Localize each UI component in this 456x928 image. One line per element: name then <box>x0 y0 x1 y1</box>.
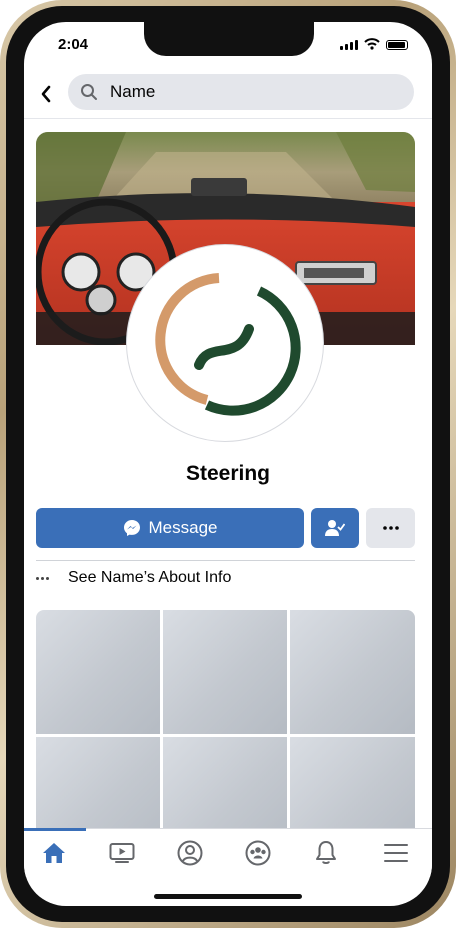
status-time: 2:04 <box>58 36 89 53</box>
search-value: Name <box>110 82 156 101</box>
profile-name: Steering <box>185 462 271 485</box>
about-info-link[interactable]: See Name’s About Info <box>36 566 415 590</box>
messenger-icon <box>123 520 140 536</box>
photo-tile[interactable] <box>36 610 160 734</box>
about-info-label: See Name’s About Info <box>68 569 232 586</box>
cellular-signal-icon <box>340 40 358 50</box>
video-icon <box>109 843 135 863</box>
divider <box>36 560 415 561</box>
battery-icon <box>386 40 408 50</box>
photo-tile[interactable] <box>163 610 287 734</box>
friend-status-button[interactable] <box>311 508 359 548</box>
status-icons <box>340 38 408 50</box>
profile-picture[interactable] <box>126 244 324 442</box>
steering-logo <box>155 273 301 416</box>
photo-tile[interactable] <box>163 737 287 835</box>
menu-icon <box>384 844 408 862</box>
photo-tile[interactable] <box>290 610 415 734</box>
groups-icon <box>245 840 271 866</box>
back-button[interactable] <box>34 80 58 108</box>
chevron-left-icon <box>41 85 51 103</box>
search-input[interactable]: Name <box>68 74 414 110</box>
notch <box>144 22 314 56</box>
divider <box>24 118 432 119</box>
message-button[interactable]: Message <box>36 508 304 548</box>
tab-watch[interactable] <box>102 837 142 869</box>
ellipsis-icon <box>36 576 56 580</box>
profile-icon <box>177 840 203 866</box>
user-check-icon <box>325 520 345 536</box>
tab-groups[interactable] <box>238 837 278 869</box>
home-indicator[interactable] <box>154 894 302 899</box>
bottom-tab-bar <box>24 828 432 877</box>
message-label: Message <box>148 518 218 537</box>
wifi-icon <box>364 38 380 50</box>
home-icon <box>43 843 65 863</box>
top-bar: Name <box>24 72 432 116</box>
tab-notifications[interactable] <box>306 837 346 869</box>
photo-grid <box>36 610 415 835</box>
tab-menu[interactable] <box>376 837 416 869</box>
photo-tile[interactable] <box>36 737 160 835</box>
photo-tile[interactable] <box>290 737 415 835</box>
profile-actions: Message <box>36 508 416 548</box>
more-dots-icon <box>382 526 399 530</box>
tab-home[interactable] <box>34 837 74 869</box>
bell-icon <box>316 841 336 864</box>
more-options-button[interactable] <box>366 508 415 548</box>
screen: 2:04 Name Steering Message See Name’s Ab… <box>24 22 432 906</box>
active-tab-indicator <box>24 828 86 831</box>
search-icon <box>81 84 97 100</box>
tab-profile[interactable] <box>170 837 210 869</box>
